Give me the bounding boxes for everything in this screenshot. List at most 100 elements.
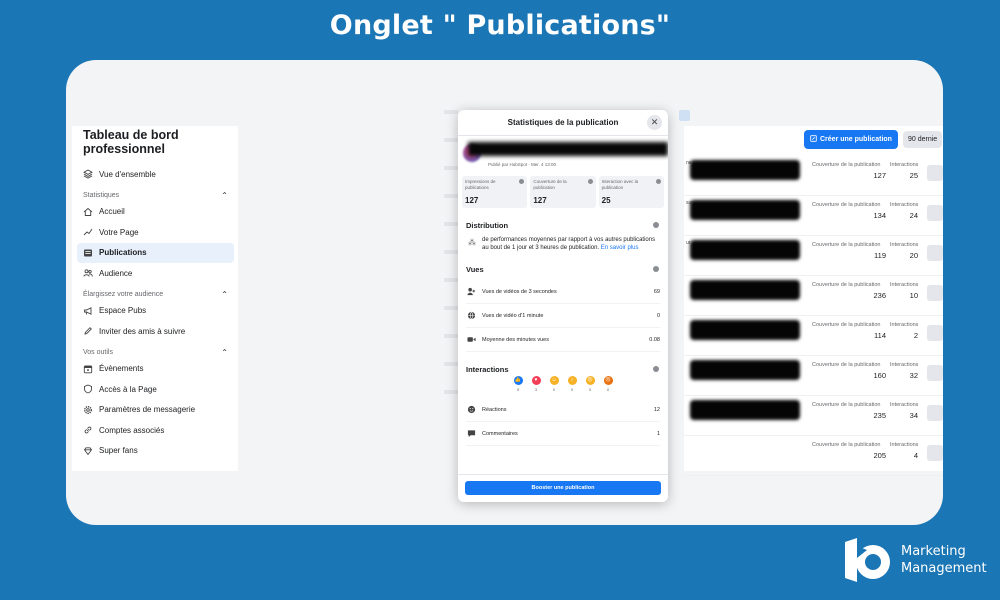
redacted-post bbox=[690, 160, 800, 180]
sidebar-section-stats[interactable]: Statistiques ⌃ bbox=[77, 185, 238, 202]
redacted-post bbox=[690, 200, 800, 220]
sidebar-item-invite[interactable]: Inviter des amis à suivre bbox=[77, 321, 234, 342]
info-icon[interactable] bbox=[587, 179, 593, 184]
learn-more-link[interactable]: En savoir plus bbox=[601, 245, 639, 251]
sidebar-item-page-access[interactable]: Accès à la Page bbox=[77, 379, 234, 400]
table-row[interactable]: Couverture de la publication 160 Interacti… bbox=[684, 356, 943, 396]
close-icon[interactable]: ✕ bbox=[647, 115, 662, 130]
reaction-count: 0 bbox=[570, 387, 574, 392]
post-meta: Publié par HubSpot · Mer. 4 13:00 bbox=[488, 162, 557, 167]
line-label: Vues de vidéo d'1 minute bbox=[482, 312, 544, 319]
table-row[interactable]: Couverture de la publication 236 Interacti… bbox=[684, 276, 943, 316]
like-icon: 👍 bbox=[513, 376, 523, 385]
stat-interactions: Interaction avec la publication 25 bbox=[598, 176, 664, 208]
coverage-value: 134 bbox=[873, 211, 886, 220]
info-icon[interactable] bbox=[653, 266, 659, 272]
interactions-line-reactions: Réactions 12 bbox=[466, 398, 660, 422]
line-value: 0 bbox=[656, 312, 660, 319]
table-row[interactable]: surCouverture de la publication134Intera… bbox=[684, 196, 943, 236]
line-value: 12 bbox=[653, 406, 660, 413]
chevron-up-icon: ⌃ bbox=[221, 348, 228, 357]
sidebar-item-messaging-settings[interactable]: Paramètres de messagerie bbox=[77, 400, 234, 421]
line-label: Commentaires bbox=[482, 430, 518, 437]
posts-icon bbox=[83, 248, 93, 258]
section-label: Élargissez votre audience bbox=[83, 291, 164, 298]
table-row[interactable]: Couverture de la publication 205 Interacti… bbox=[684, 436, 943, 476]
reaction-item: ♥ 3 bbox=[531, 376, 541, 392]
coverage-value: 114 bbox=[874, 331, 886, 340]
sidebar-item-label: Publications bbox=[99, 248, 147, 258]
sidebar-section-tools[interactable]: Vos outils ⌃ bbox=[77, 342, 238, 359]
row-action-button[interactable] bbox=[927, 325, 943, 341]
interactions-label: Interactions bbox=[890, 402, 919, 408]
create-post-button[interactable]: Créer une publication bbox=[804, 130, 898, 149]
interactions-section: Interactions 👍 9 ♥ 3 ☺ 0 ○ 0 ☹ 0 ☹ 0 Réactions 12 C… bbox=[458, 352, 668, 446]
people-icon bbox=[466, 287, 476, 296]
shield-icon bbox=[83, 384, 93, 394]
modal-title: Statistiques de la publication bbox=[507, 118, 619, 127]
line-label: Vues de vidéos de 3 secondes bbox=[482, 288, 557, 295]
stat-value: 127 bbox=[533, 196, 547, 205]
table-row[interactable]: Couverture de la publication 235 Interacti… bbox=[684, 396, 943, 436]
audience-icon bbox=[83, 268, 93, 278]
sidebar-item-label: Super fans bbox=[99, 446, 138, 456]
views-section: Vues Vues de vidéos de 3 secondes 69 Vue… bbox=[458, 252, 668, 352]
sidebar-section-grow[interactable]: Élargissez votre audience ⌃ bbox=[77, 284, 238, 301]
date-range-button[interactable]: 90 dernie bbox=[902, 131, 943, 148]
angry-icon: ☹ bbox=[603, 376, 613, 385]
row-action-button[interactable] bbox=[927, 245, 943, 261]
sidebar-item-ads[interactable]: Espace Pubs bbox=[77, 301, 234, 322]
post-preview[interactable]: Publié par HubSpot · Mer. 4 13:00 bbox=[458, 136, 668, 176]
sidebar-item-publications[interactable]: Publications bbox=[77, 242, 234, 263]
info-icon[interactable] bbox=[655, 179, 661, 184]
redacted-post bbox=[690, 400, 800, 420]
stat-value: 127 bbox=[465, 196, 479, 205]
brand-line-1: Marketing bbox=[901, 544, 966, 559]
sidebar-item-overview[interactable]: Vue d'ensemble bbox=[77, 164, 234, 185]
reaction-count: 0 bbox=[588, 387, 592, 392]
sad-icon: ☹ bbox=[585, 376, 595, 385]
row-action-button[interactable] bbox=[927, 445, 943, 461]
sidebar-item-label: Inviter des amis à suivre bbox=[99, 326, 186, 336]
sidebar-item-page[interactable]: Votre Page bbox=[77, 222, 234, 243]
views-line-1min: Vues de vidéo d'1 minute 0 bbox=[466, 304, 660, 328]
interactions-label: Interactions bbox=[890, 322, 919, 328]
sidebar-item-label: Comptes associés bbox=[99, 425, 165, 435]
sidebar-item-events[interactable]: Évènements bbox=[77, 359, 234, 380]
interactions-label: Interactions bbox=[890, 162, 919, 168]
info-icon[interactable] bbox=[519, 179, 525, 184]
coverage-value: 127 bbox=[873, 171, 886, 180]
sidebar-item-audience[interactable]: Audience bbox=[77, 263, 234, 284]
page-title: Onglet " Publications" bbox=[329, 10, 671, 41]
boost-post-button[interactable]: Booster une publication bbox=[465, 481, 661, 495]
coverage-label: Couverture de la publication bbox=[812, 162, 881, 168]
sidebar-item-super-fans[interactable]: Super fans bbox=[77, 441, 234, 462]
reaction-item: 👍 9 bbox=[513, 376, 523, 392]
post-stats-modal: Statistiques de la publication ✕ Publié … bbox=[458, 110, 668, 502]
reaction-count: 0 bbox=[552, 387, 556, 392]
logo-mark-icon bbox=[843, 538, 895, 582]
table-row[interactable]: ne Couverture de la publication 127 Interac… bbox=[684, 156, 943, 196]
row-action-button[interactable] bbox=[927, 165, 943, 181]
row-action-button[interactable] bbox=[927, 205, 943, 221]
table-row[interactable]: Couverture de la publication 114 Interacti… bbox=[684, 316, 943, 356]
love-icon: ♥ bbox=[531, 376, 541, 385]
redacted-post bbox=[690, 280, 800, 300]
info-icon[interactable] bbox=[653, 222, 659, 228]
info-icon[interactable] bbox=[653, 366, 659, 372]
coverage-label: Couverture de la publication bbox=[812, 322, 881, 328]
interactions-value: 4 bbox=[913, 451, 918, 460]
coverage-label: Couverture de la publication bbox=[812, 282, 881, 288]
coverage-value: 235 bbox=[873, 411, 886, 420]
row-action-button[interactable] bbox=[927, 365, 943, 381]
stat-value: 25 bbox=[601, 196, 611, 205]
reaction-item: ☺ 0 bbox=[549, 376, 559, 392]
row-action-button[interactable] bbox=[927, 285, 943, 301]
section-label: Statistiques bbox=[83, 192, 120, 199]
sidebar-item-linked-accounts[interactable]: Comptes associés bbox=[77, 420, 234, 441]
sidebar-item-home[interactable]: Accueil bbox=[77, 202, 234, 223]
table-row[interactable]: ur Couverture de la publication 119 Interac… bbox=[684, 236, 943, 276]
interactions-value: 10 bbox=[909, 291, 918, 300]
screenshot-card: Tableau de bord professionnel Vue d'ense… bbox=[66, 60, 943, 525]
row-action-button[interactable] bbox=[927, 405, 943, 421]
